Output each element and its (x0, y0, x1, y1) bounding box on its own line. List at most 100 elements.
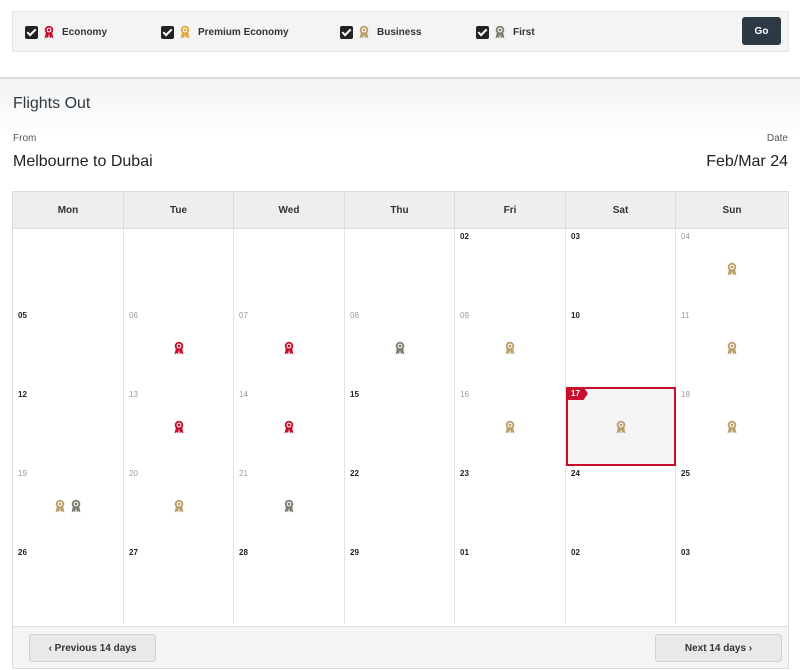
calendar-day[interactable]: 16 (455, 387, 566, 466)
award-icons (568, 420, 674, 434)
day-number: 17 (566, 387, 588, 400)
award-icons (455, 341, 565, 355)
first-award-icon (71, 499, 81, 513)
day-number: 13 (129, 390, 138, 399)
section-header: Flights Out (0, 77, 800, 137)
day-number: 02 (571, 548, 580, 557)
premium-award-icon (180, 25, 190, 39)
award-icons (234, 499, 344, 513)
day-number: 23 (460, 469, 469, 478)
calendar-day[interactable]: 01 (455, 545, 566, 624)
day-number: 15 (350, 390, 359, 399)
calendar-day[interactable]: 06 (124, 308, 234, 387)
filter-premium-label: Premium Economy (198, 26, 289, 38)
weekday-mon: Mon (13, 192, 124, 229)
calendar-day[interactable]: 20 (124, 466, 234, 545)
calendar-day[interactable]: 21 (234, 466, 345, 545)
first-award-icon (395, 341, 404, 355)
day-number: 14 (239, 390, 248, 399)
calendar-day[interactable]: 12 (13, 387, 124, 466)
filter-economy[interactable]: Economy (25, 24, 107, 40)
day-number: 03 (571, 232, 580, 241)
calendar-day[interactable]: 11 (676, 308, 788, 387)
calendar-day[interactable]: 07 (234, 308, 345, 387)
filter-business[interactable]: Business (340, 24, 421, 40)
calendar-day[interactable]: 05 (13, 308, 124, 387)
weekday-thu: Thu (345, 192, 455, 229)
day-number: 25 (681, 469, 690, 478)
calendar: Mon Tue Wed Thu Fri Sat Sun 02 03 04 05 06 07 08 09 10… (12, 191, 789, 669)
day-number: 22 (350, 469, 359, 478)
calendar-day[interactable]: 03 (566, 229, 676, 308)
filter-premium[interactable]: Premium Economy (161, 24, 289, 40)
cabin-filter-bar: Economy Premium Economy Business First Go (12, 11, 789, 52)
day-number: 26 (18, 548, 27, 557)
filter-economy-checkbox[interactable] (25, 25, 38, 39)
calendar-day[interactable]: 19 (13, 466, 124, 545)
calendar-day[interactable]: 29 (345, 545, 455, 624)
business-award-icon (727, 420, 737, 434)
calendar-day[interactable]: 15 (345, 387, 455, 466)
calendar-grid: 02 03 04 05 06 07 08 09 10 11 12 13 14 15 16 17 18 19 20 21… (13, 229, 788, 624)
calendar-day[interactable]: 18 (676, 387, 788, 466)
next-14-days-button[interactable]: Next 14 days › (655, 634, 782, 662)
calendar-day[interactable]: 10 (566, 308, 676, 387)
calendar-day (345, 229, 455, 308)
calendar-day (234, 229, 345, 308)
calendar-day[interactable]: 09 (455, 308, 566, 387)
calendar-day[interactable]: 02 (455, 229, 566, 308)
calendar-day[interactable]: 22 (345, 466, 455, 545)
calendar-day[interactable]: 25 (676, 466, 788, 545)
award-icons (124, 420, 233, 434)
first-award-icon (495, 25, 505, 39)
calendar-day[interactable]: 26 (13, 545, 124, 624)
weekday-sun: Sun (722, 205, 742, 216)
award-icons (124, 341, 233, 355)
economy-award-icon (284, 341, 294, 355)
filter-first[interactable]: First (476, 24, 535, 40)
award-icons (234, 420, 344, 434)
award-icons (13, 499, 123, 513)
calendar-week-row: 12 13 14 15 16 17 18 (13, 387, 788, 466)
day-number: 05 (18, 311, 27, 320)
filter-business-checkbox[interactable] (340, 25, 353, 39)
calendar-day[interactable]: 27 (124, 545, 234, 624)
day-number: 18 (681, 390, 690, 399)
go-button[interactable]: Go (742, 17, 781, 45)
previous-14-days-button[interactable]: ‹ Previous 14 days (29, 634, 156, 662)
filter-first-checkbox[interactable] (476, 25, 489, 39)
calendar-day-selected[interactable]: 17 (566, 387, 676, 466)
business-award-icon (727, 262, 737, 276)
filter-premium-checkbox[interactable] (161, 25, 174, 39)
economy-award-icon (174, 420, 183, 434)
business-award-icon (505, 341, 515, 355)
calendar-day[interactable]: 08 (345, 308, 455, 387)
calendar-day[interactable]: 04 (676, 229, 788, 308)
calendar-footer: ‹ Previous 14 days Next 14 days › (13, 626, 788, 668)
business-award-icon (359, 25, 369, 39)
filter-first-label: First (513, 26, 535, 38)
economy-award-icon (174, 341, 183, 355)
award-icons (676, 420, 788, 434)
award-icons (234, 341, 344, 355)
weekday-sat: Sat (566, 192, 676, 229)
calendar-day[interactable]: 03 (676, 545, 788, 624)
day-number: 24 (571, 469, 580, 478)
calendar-day[interactable]: 28 (234, 545, 345, 624)
economy-award-icon (44, 25, 54, 39)
day-number: 11 (681, 311, 690, 320)
page-title: Flights Out (13, 95, 91, 112)
calendar-day[interactable]: 24 (566, 466, 676, 545)
calendar-day[interactable]: 14 (234, 387, 345, 466)
route-text: Melbourne to Dubai (13, 153, 153, 170)
filter-business-label: Business (377, 26, 422, 38)
business-award-icon (727, 341, 737, 355)
calendar-day[interactable]: 13 (124, 387, 234, 466)
calendar-day[interactable]: 02 (566, 545, 676, 624)
day-number: 08 (350, 311, 359, 320)
business-award-icon (174, 499, 183, 513)
weekday-wed: Wed (234, 192, 345, 229)
day-number: 29 (350, 548, 359, 557)
calendar-day[interactable]: 23 (455, 466, 566, 545)
month-text: Feb/Mar 24 (706, 153, 788, 170)
